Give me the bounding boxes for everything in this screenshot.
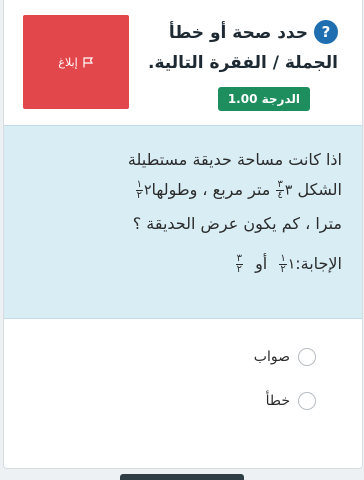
fraction-denominator: ٢ — [136, 190, 142, 201]
option-label: صواب — [253, 349, 290, 365]
report-button[interactable]: إبلاغ — [23, 15, 129, 109]
flag-icon — [83, 56, 93, 67]
fraction: ٣٤ — [276, 180, 284, 201]
question-line-3: مترا ، كم يكون عرض الحديقة ؟ — [132, 214, 342, 233]
question-line-2: الشكل ٣٣٤ متر مربع ، وطولها ٢ ١ ٢ — [135, 180, 342, 201]
fraction-whole: ٣ — [284, 182, 293, 199]
fraction: ١٢ — [135, 180, 143, 201]
instruction-line-1: حدد صحة أو خطأ — [168, 23, 308, 43]
option-true[interactable]: صواب — [196, 344, 316, 370]
question-mark-icon: ? — [314, 20, 338, 44]
answer-line: الإجابة:١ ١ ٢ أو ٣٢ — [235, 254, 342, 275]
question-line-1: اذا كانت مساحة حديقة مستطيلة — [127, 150, 342, 169]
radio-button[interactable] — [298, 348, 316, 366]
option-label: خطأ — [265, 393, 290, 409]
question-body: اذا كانت مساحة حديقة مستطيلة الشكل ٣٣٤ م… — [4, 125, 362, 319]
report-label: إبلاغ — [58, 55, 78, 69]
question-instruction: حدد صحة أو خطأ الجملة / الفقرة التالية. — [138, 18, 338, 73]
radio-button[interactable] — [298, 392, 316, 410]
fraction: ١٢ — [279, 254, 287, 275]
answer-label: الإجابة: — [295, 254, 342, 273]
question-card: إبلاغ ? حدد صحة أو خطأ الجملة / الفقرة ا… — [3, 0, 363, 469]
grade-badge: الدرجة 1.00 — [217, 87, 310, 111]
question-header: إبلاغ ? حدد صحة أو خطأ الجملة / الفقرة ا… — [4, 0, 362, 125]
fraction-denominator: ٤ — [277, 190, 283, 201]
bottom-button-edge[interactable] — [120, 474, 244, 480]
fraction: ٣٢ — [235, 254, 243, 275]
or-text: أو — [255, 254, 268, 273]
option-false[interactable]: خطأ — [196, 388, 316, 414]
question-text: متر مربع ، وطولها — [151, 180, 271, 199]
fraction-denominator: ٢ — [236, 264, 242, 275]
fraction-denominator: ٢ — [280, 264, 286, 275]
question-text: الشكل — [297, 180, 342, 199]
instruction-line-2: الجملة / الفقرة التالية. — [148, 53, 338, 73]
